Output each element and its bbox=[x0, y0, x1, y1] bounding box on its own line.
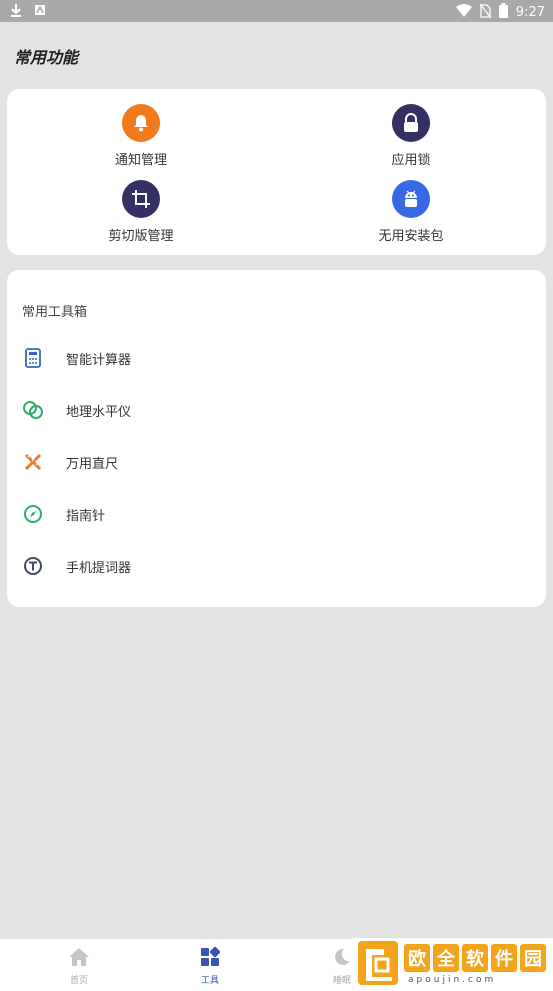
calculator-icon bbox=[21, 346, 45, 370]
tool-item-calculator[interactable]: 智能计算器 bbox=[7, 338, 546, 378]
watermark: 欧 全 软 件 园 apoujin.com bbox=[352, 938, 553, 990]
watermark-logo-icon bbox=[358, 941, 398, 985]
status-bar: 9:27 bbox=[0, 0, 553, 22]
ruler-icon bbox=[21, 450, 45, 474]
tool-item-compass[interactable]: 指南针 bbox=[7, 494, 546, 534]
function-clipboard-manager[interactable]: 剪切版管理 bbox=[81, 180, 201, 244]
tool-label: 指南针 bbox=[66, 508, 106, 524]
tool-label: 手机提词器 bbox=[66, 560, 132, 576]
crop-icon bbox=[122, 180, 160, 218]
nav-label: 首页 bbox=[69, 976, 88, 986]
tools-icon bbox=[180, 946, 240, 971]
nav-label: 工具 bbox=[200, 976, 219, 986]
function-label: 通知管理 bbox=[114, 153, 167, 168]
tool-item-level[interactable]: 地理水平仪 bbox=[7, 390, 546, 430]
watermark-domain: apoujin.com bbox=[408, 975, 497, 985]
function-label: 无用安装包 bbox=[378, 229, 444, 244]
tool-label: 智能计算器 bbox=[66, 352, 132, 368]
function-label: 应用锁 bbox=[391, 153, 431, 168]
app-notification-icon bbox=[34, 4, 46, 20]
home-icon bbox=[49, 947, 109, 971]
watermark-text: 欧 全 软 件 园 bbox=[404, 944, 546, 972]
tool-item-ruler[interactable]: 万用直尺 bbox=[7, 442, 546, 482]
toolbox-title: 常用工具箱 bbox=[22, 305, 88, 320]
toolbox-card: 常用工具箱 智能计算器 地理水平仪 万用直尺 指南针 手机提词器 bbox=[7, 270, 546, 607]
page-title: 常用功能 bbox=[14, 48, 79, 67]
download-icon bbox=[10, 3, 22, 21]
wifi-icon bbox=[455, 4, 472, 21]
compass-icon bbox=[21, 502, 45, 526]
function-app-lock[interactable]: 应用锁 bbox=[351, 104, 471, 168]
teleprompter-icon bbox=[21, 554, 45, 578]
nav-item-tools[interactable]: 工具 bbox=[180, 946, 240, 986]
nav-item-home[interactable]: 首页 bbox=[49, 947, 109, 986]
android-icon bbox=[392, 180, 430, 218]
watermark-char: 欧 bbox=[404, 944, 430, 972]
watermark-char: 全 bbox=[433, 944, 459, 972]
watermark-char: 件 bbox=[491, 944, 517, 972]
level-icon bbox=[21, 398, 45, 422]
function-unused-packages[interactable]: 无用安装包 bbox=[351, 180, 471, 244]
lock-icon bbox=[392, 104, 430, 142]
functions-card: 通知管理 应用锁 剪切版管理 无用安装包 bbox=[7, 89, 546, 255]
tool-label: 万用直尺 bbox=[66, 456, 119, 472]
no-sim-icon bbox=[479, 3, 492, 22]
bell-icon bbox=[122, 104, 160, 142]
tool-label: 地理水平仪 bbox=[66, 404, 132, 420]
function-notification-manager[interactable]: 通知管理 bbox=[81, 104, 201, 168]
watermark-char: 园 bbox=[520, 944, 546, 972]
watermark-char: 软 bbox=[462, 944, 488, 972]
status-time: 9:27 bbox=[515, 5, 545, 20]
function-label: 剪切版管理 bbox=[108, 229, 174, 244]
tool-item-teleprompter[interactable]: 手机提词器 bbox=[7, 546, 546, 586]
battery-icon bbox=[498, 3, 508, 22]
